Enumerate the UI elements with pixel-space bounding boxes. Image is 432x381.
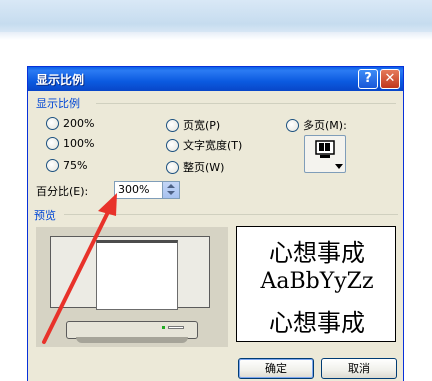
- radio-button[interactable]: [166, 160, 179, 174]
- group-divider: [96, 103, 396, 104]
- radio-whole-page[interactable]: 整页(W): [166, 159, 224, 175]
- title-bar[interactable]: 显示比例 ? ✕: [28, 67, 403, 91]
- radio-label: 200%: [63, 117, 95, 130]
- help-icon[interactable]: ?: [358, 69, 378, 89]
- preview-divider: [64, 214, 398, 215]
- monitor-icon: [315, 140, 335, 158]
- background-band: [0, 0, 432, 40]
- preview-label: 预览: [34, 209, 56, 222]
- radio-button[interactable]: [46, 159, 59, 172]
- page-preview: [96, 240, 178, 310]
- ok-button[interactable]: 确定: [238, 358, 314, 379]
- radio-button[interactable]: [166, 118, 179, 132]
- radio-label: 75%: [63, 159, 88, 172]
- zoom-dialog: 显示比例 ? ✕ 显示比例 200% 100% 75% 页宽(P) 文字宽度(T…: [27, 66, 404, 381]
- sample-line: 心想事成: [269, 309, 365, 337]
- close-icon[interactable]: ✕: [380, 69, 400, 89]
- radio-label: 文字宽度(T): [183, 139, 243, 152]
- monitor-foot: [76, 337, 188, 343]
- drive-slot: [168, 326, 184, 329]
- chevron-down-icon: [335, 164, 343, 169]
- radio-button[interactable]: [286, 118, 299, 132]
- dialog-title: 显示比例: [36, 73, 85, 87]
- radio-100[interactable]: 100%: [46, 137, 94, 150]
- radio-label: 100%: [63, 137, 95, 150]
- radio-label: 多页(M):: [303, 119, 347, 132]
- radio-multi-page[interactable]: 多页(M):: [286, 117, 347, 133]
- radio-button[interactable]: [46, 137, 59, 150]
- power-led: [162, 326, 165, 329]
- radio-200[interactable]: 200%: [46, 117, 94, 130]
- radio-75[interactable]: 75%: [46, 159, 87, 172]
- radio-text-width[interactable]: 文字宽度(T): [166, 137, 242, 153]
- percent-spinner[interactable]: [162, 182, 179, 198]
- sample-line: AaBbYyZz: [260, 269, 374, 294]
- radio-page-width[interactable]: 页宽(P): [166, 117, 220, 133]
- font-sample-box: 心想事成 AaBbYyZz 心想事成: [236, 226, 396, 342]
- cancel-button[interactable]: 取消: [321, 358, 397, 379]
- spin-up-icon[interactable]: [167, 184, 175, 188]
- radio-label: 页宽(P): [183, 119, 221, 132]
- radio-label: 整页(W): [183, 161, 225, 174]
- multi-page-picker-button[interactable]: [304, 135, 346, 173]
- percent-label: 百分比(E):: [36, 185, 89, 198]
- zoom-group-label: 显示比例: [36, 97, 80, 110]
- sample-line: 心想事成: [269, 239, 365, 267]
- radio-button[interactable]: [46, 117, 59, 130]
- radio-button[interactable]: [166, 138, 179, 152]
- spin-down-icon[interactable]: [167, 191, 175, 195]
